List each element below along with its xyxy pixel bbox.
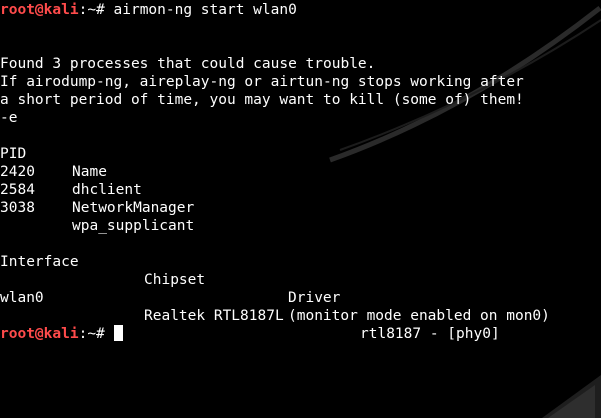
process-row: 3038 wpa_supplicant	[0, 181, 300, 234]
interface-table-header: Interface Chipset Driver	[0, 235, 600, 306]
process-table-header: PID Name	[0, 127, 300, 180]
interface-row: wlan0 Realtek RTL8187L rtl8187 - [phy0]	[0, 271, 600, 342]
prompt-path: ~	[87, 326, 97, 342]
warning-line: If airodump-ng, aireplay-ng or airtun-ng…	[0, 74, 524, 90]
process-pid: 3038	[0, 200, 35, 216]
text-cursor[interactable]	[113, 325, 123, 341]
command-line: root@kali:~# airmon-ng start wlan0	[0, 1, 297, 19]
monitor-mode-note: (monitor mode enabled on mon0)	[288, 308, 550, 324]
echo-flag-line: -e	[0, 110, 18, 126]
prompt-symbol: #	[96, 326, 105, 342]
prompt-user-host: root@kali	[0, 2, 79, 18]
warning-line: Found 3 processes that could cause troub…	[0, 56, 376, 72]
interface-header: Interface	[0, 254, 79, 270]
monitor-note-line: (monitor mode enabled on mon0)	[0, 289, 600, 324]
interface-driver: rtl8187 - [phy0]	[360, 326, 500, 342]
process-name: wpa_supplicant	[72, 218, 195, 234]
process-row: 2584 NetworkManager	[0, 163, 300, 216]
process-name: NetworkManager	[72, 200, 195, 216]
prompt-path: ~	[87, 2, 97, 18]
active-prompt-line[interactable]: root@kali:~#	[0, 325, 123, 343]
prompt-separator: :	[78, 326, 88, 342]
interface-chipset: Realtek RTL8187L	[144, 308, 284, 324]
warning-line: a short period of time, you may want to …	[0, 92, 524, 108]
prompt-separator: :	[78, 2, 88, 18]
prompt-user-host: root@kali	[0, 326, 79, 342]
process-row: 2420 dhclient	[0, 145, 300, 198]
terminal-window[interactable]: root@kali:~# airmon-ng start wlan0 Found…	[0, 0, 601, 418]
command-text: airmon-ng start wlan0	[104, 2, 297, 18]
prompt-symbol: #	[96, 2, 105, 18]
